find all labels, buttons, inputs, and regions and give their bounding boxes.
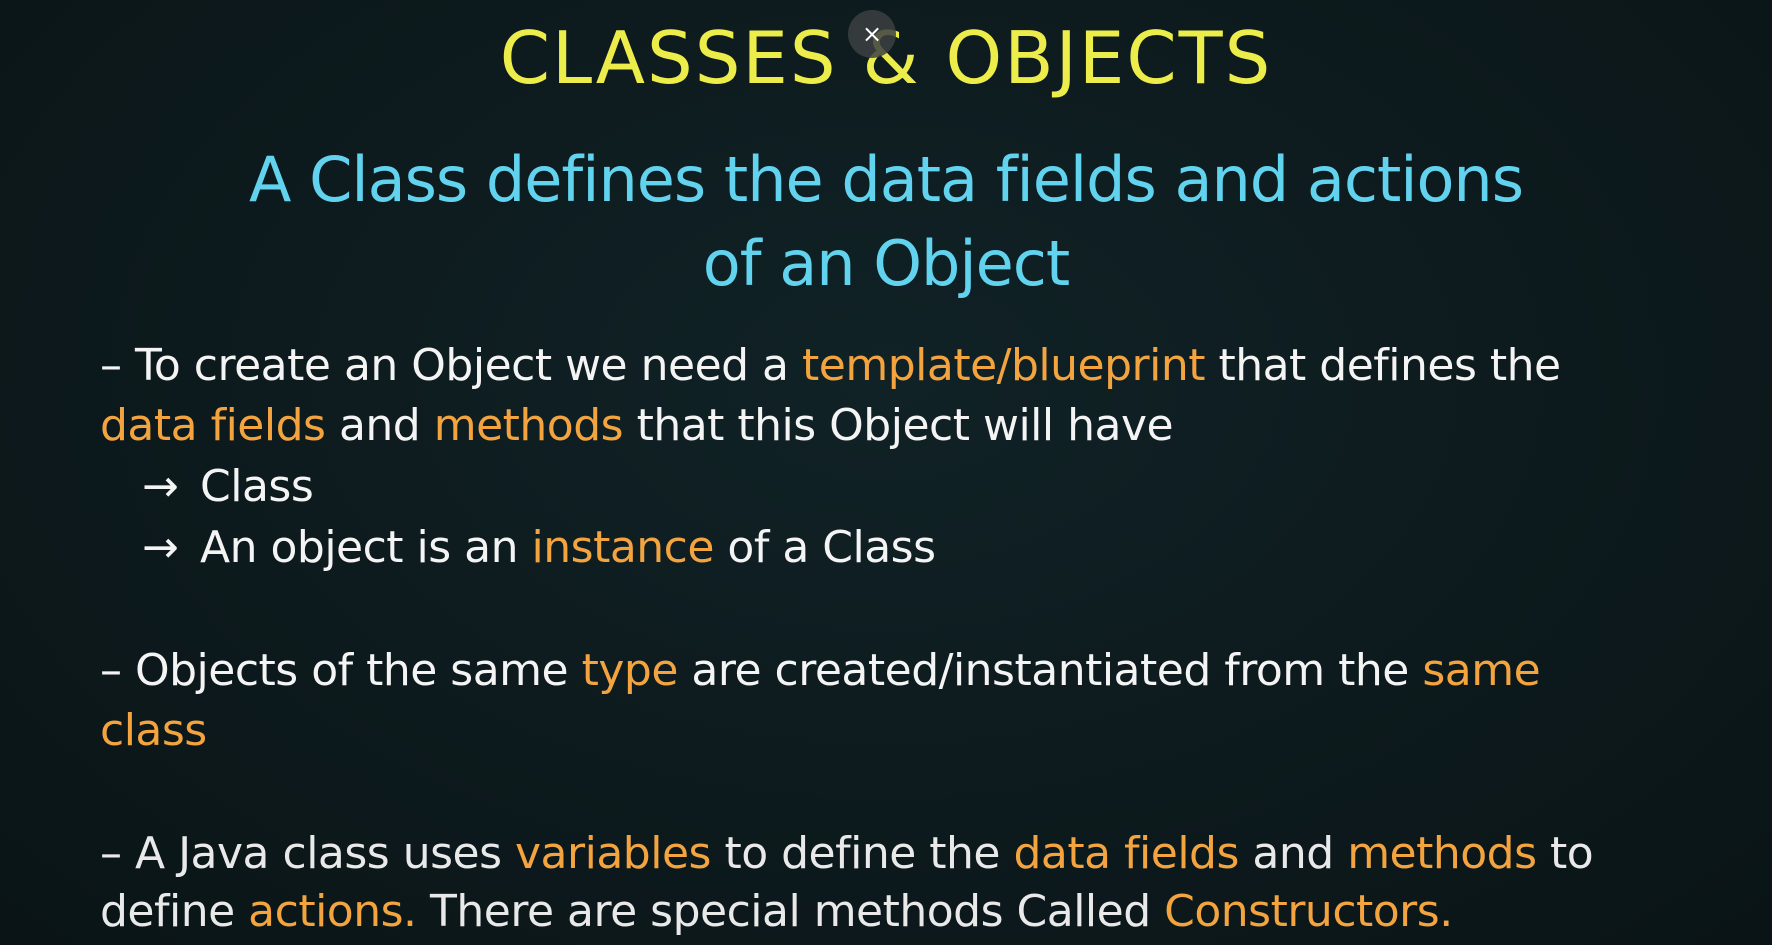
highlight-actions: actions. <box>248 886 417 937</box>
highlight-methods: methods <box>433 400 624 451</box>
text-segment: define <box>100 886 249 937</box>
highlight-same: same <box>1422 645 1541 696</box>
highlight-variables: variables <box>515 828 711 879</box>
highlight-instance: instance <box>531 522 715 573</box>
point1-sub-item-class: → Class <box>142 457 314 517</box>
text-segment: to <box>1536 828 1594 879</box>
close-icon: × <box>861 20 883 48</box>
subtitle-line-2: of an Object <box>702 227 1070 300</box>
text-segment: to define the <box>710 828 1014 879</box>
text-segment: and <box>1238 828 1348 879</box>
highlight-constructors: Constructors. <box>1164 886 1453 937</box>
point3-line1: – A Java class uses variables to define … <box>100 824 1594 884</box>
text-segment: There are special methods Called <box>416 886 1165 937</box>
text-segment: Class <box>200 461 314 512</box>
point3-line2: define actions. There are special method… <box>100 882 1453 942</box>
text-segment: that defines the <box>1204 340 1561 391</box>
highlight-methods: methods <box>1347 828 1537 879</box>
highlight-data-fields: data fields <box>100 400 326 451</box>
highlight-class: class <box>100 705 207 756</box>
slide-subtitle: A Class defines the data fields and acti… <box>0 138 1772 306</box>
highlight-type: type <box>581 645 679 696</box>
subtitle-line-1: A Class defines the data fields and acti… <box>248 143 1524 216</box>
title-part1: CLASSES <box>499 16 838 100</box>
slide: × CLASSES & OBJECTS A Class defines the … <box>0 0 1772 945</box>
highlight-data-fields: data fields <box>1013 828 1239 879</box>
text-segment: are created/instantiated from the <box>677 645 1423 696</box>
text-segment: – To create an Object we need a <box>100 340 803 391</box>
arrow-right-icon: → <box>142 522 179 573</box>
text-segment: – A Java class uses <box>100 828 516 879</box>
arrow-right-icon: → <box>142 461 179 512</box>
point1-sub-item-instance: → An object is an instance of a Class <box>142 518 936 578</box>
title-part2: OBJECTS <box>945 16 1273 100</box>
point1-line1: – To create an Object we need a template… <box>100 336 1561 396</box>
text-segment: of a Class <box>713 522 936 573</box>
point1-line2: data fields and methods that this Object… <box>100 396 1174 456</box>
text-segment: that this Object will have <box>623 400 1174 451</box>
text-segment: An object is an <box>200 522 532 573</box>
point2-line2: class <box>100 701 207 761</box>
text-segment: – Objects of the same <box>100 645 582 696</box>
highlight-template-blueprint: template/blueprint <box>802 340 1205 391</box>
text-segment: and <box>325 400 434 451</box>
close-button[interactable]: × <box>848 10 896 58</box>
point2-line1: – Objects of the same type are created/i… <box>100 641 1541 701</box>
